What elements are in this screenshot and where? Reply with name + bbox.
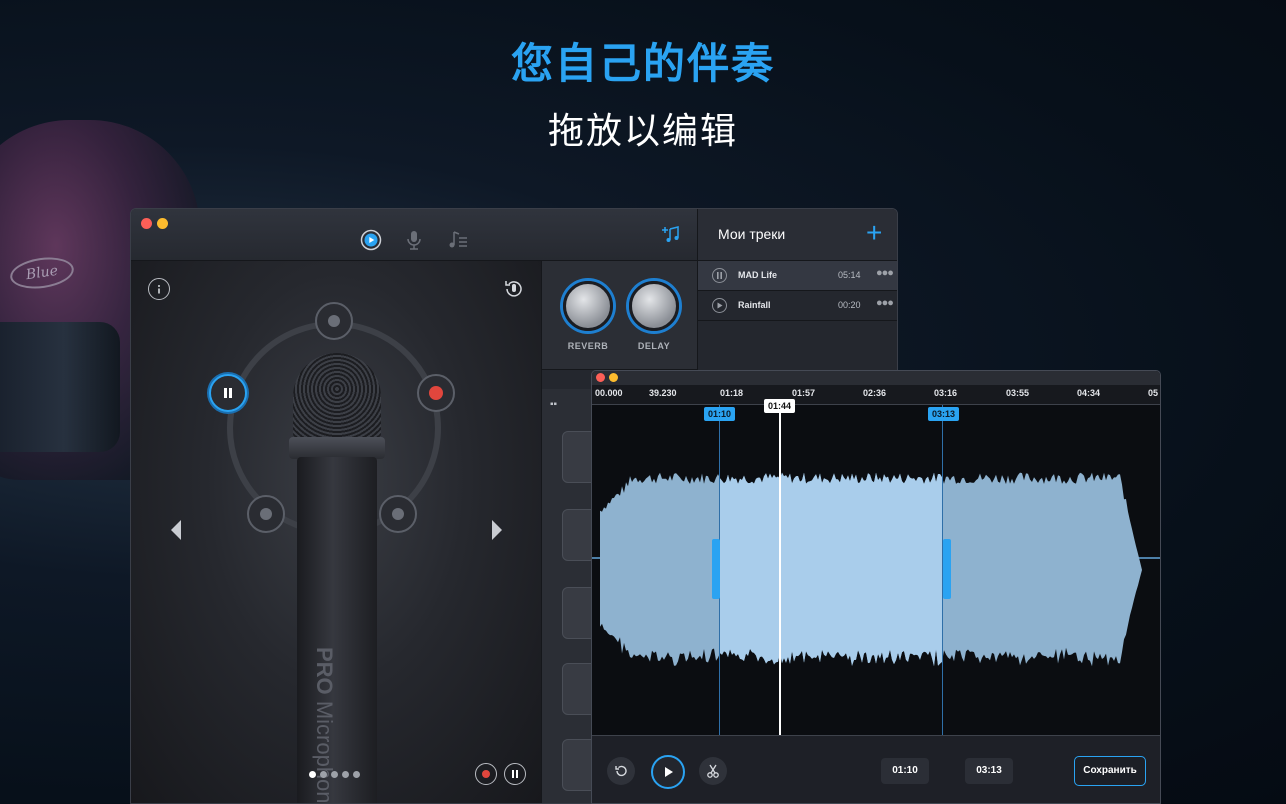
playhead-label: 01:44	[764, 399, 796, 413]
reverb-label: REVERB	[567, 341, 609, 351]
main-titlebar	[131, 209, 697, 261]
track-row[interactable]: Rainfall 00:20 ●●●	[698, 291, 897, 321]
mic-handle: PRO Microphone	[297, 457, 377, 804]
minimize-window-button[interactable]	[157, 218, 168, 229]
add-track-button[interactable]: +	[866, 219, 882, 247]
scissors-icon[interactable]	[699, 757, 727, 785]
mic-name: Microphone	[312, 700, 337, 804]
selection-end-handle[interactable]	[943, 539, 951, 599]
ruler-tick: 03:16	[934, 388, 958, 398]
grid-view-icon[interactable]: ▪▪	[550, 399, 557, 410]
track-duration: 00:20	[838, 300, 861, 310]
play-button[interactable]	[651, 755, 685, 789]
ruler-tick: 39.230	[649, 388, 677, 398]
close-window-button[interactable]	[141, 218, 152, 229]
mic-label: PRO Microphone	[311, 647, 337, 804]
start-time-field[interactable]: 01:10	[881, 758, 929, 784]
ruler-tick: 01:57	[792, 388, 816, 398]
handheld-microphone: PRO Microphone	[289, 353, 385, 804]
delay-knob[interactable]	[629, 281, 679, 331]
more-options-icon[interactable]: ●●●	[876, 297, 894, 309]
headline: 您自己的伴奏	[510, 39, 775, 88]
play-icon[interactable]	[712, 298, 727, 313]
track-row[interactable]: MAD Life 05:14 ●●●	[698, 261, 897, 291]
audio-editor-window: 00.000 39.230 01:18 01:57 02:36 03:16 03…	[591, 370, 1161, 804]
more-options-icon[interactable]: ●●●	[876, 267, 894, 279]
record-node[interactable]	[417, 374, 455, 412]
record-button[interactable]	[475, 763, 497, 785]
editor-titlebar	[592, 371, 1160, 385]
ruler-tick: 05	[1148, 388, 1159, 398]
effect-node-top[interactable]	[315, 302, 353, 340]
end-time-field[interactable]: 03:13	[965, 758, 1013, 784]
page-dot[interactable]	[353, 771, 360, 778]
close-window-button[interactable]	[596, 373, 605, 382]
ruler-tick: 01:18	[720, 388, 744, 398]
reverb-knob[interactable]	[563, 281, 613, 331]
page-indicator[interactable]	[309, 771, 360, 778]
waveform-area[interactable]: 01:10 03:13 01:44	[592, 399, 1160, 735]
ruler-tick: 02:36	[863, 388, 887, 398]
mic-switch-icon[interactable]	[503, 278, 525, 300]
effect-node-bottom-left[interactable]	[247, 495, 285, 533]
pause-button[interactable]	[504, 763, 526, 785]
selection-start-label: 01:10	[704, 407, 736, 421]
selection-start-handle[interactable]	[712, 539, 720, 599]
next-mic-arrow-icon[interactable]	[492, 520, 502, 540]
add-music-icon[interactable]	[659, 223, 681, 245]
mic-grille	[293, 353, 381, 443]
bg-mic-band	[0, 322, 120, 452]
track-name: MAD Life	[738, 270, 777, 280]
time-ruler: 00.000 39.230 01:18 01:57 02:36 03:16 03…	[592, 385, 1160, 405]
editor-controls: 01:10 03:13 Сохранить	[592, 735, 1160, 803]
page-dot[interactable]	[320, 771, 327, 778]
tracks-header: Мои треки +	[698, 209, 897, 261]
page-dot[interactable]	[342, 771, 349, 778]
previous-mic-arrow-icon[interactable]	[171, 520, 181, 540]
playhead-line[interactable]	[779, 405, 781, 735]
track-duration: 05:14	[838, 270, 861, 280]
microphone-icon[interactable]	[403, 229, 425, 251]
ruler-tick: 03:55	[1006, 388, 1030, 398]
page-dot[interactable]	[309, 771, 316, 778]
selection-end-label: 03:13	[928, 407, 960, 421]
ruler-tick: 04:34	[1077, 388, 1101, 398]
playlist-icon[interactable]	[447, 229, 469, 251]
play-icon[interactable]	[360, 229, 382, 251]
track-name: Rainfall	[738, 300, 771, 310]
minimize-window-button[interactable]	[609, 373, 618, 382]
ruler-tick: 00.000	[595, 388, 623, 398]
microphone-stage: PRO Microphone	[131, 261, 541, 804]
tracks-title: Мои треки	[718, 226, 786, 242]
pause-node[interactable]	[209, 374, 247, 412]
info-icon[interactable]	[148, 278, 170, 300]
mic-ring	[289, 437, 385, 459]
delay-label: DELAY	[637, 341, 671, 351]
waveform	[600, 472, 1142, 667]
page-dot[interactable]	[331, 771, 338, 778]
subline: 拖放以编辑	[547, 111, 738, 152]
save-button[interactable]: Сохранить	[1074, 756, 1146, 786]
pause-icon[interactable]	[712, 268, 727, 283]
undo-icon[interactable]	[607, 757, 635, 785]
mic-brand: PRO	[312, 647, 337, 695]
